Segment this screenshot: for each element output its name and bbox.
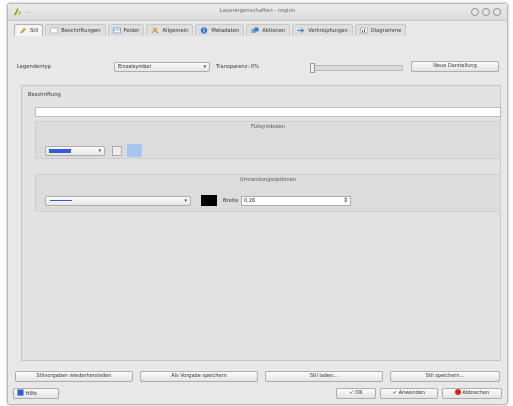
chevron-down-icon: ▾ [203,64,206,70]
tab-style[interactable]: Stil [14,24,44,36]
fill-style-swatch [49,149,71,153]
tab-diagrams[interactable]: Diagramme [354,24,407,36]
tab-label: Beschriftungen [61,27,101,34]
tab-label: Metadaten [211,27,240,34]
apply-button[interactable]: ✔ Anwenden [380,388,438,399]
cancel-icon [454,389,461,395]
tab-fields[interactable]: Felder [107,24,145,36]
tab-label: Felder [123,27,140,34]
save-as-default-button[interactable]: Als Vorgabe speichern [140,371,258,382]
outline-options-title: Umrandungsoptionen [239,177,297,183]
help-label: Hilfe [25,391,37,397]
title-bar: — Layereigenschaften - region [8,4,507,21]
help-button[interactable]: Hilfe [13,388,59,399]
tab-metadata[interactable]: Metadaten [195,24,245,36]
symbol-panel: Beschriftung Füllsymbolen ▾ Umrandungsop… [21,85,501,361]
brush-icon [20,28,26,33]
width-spinbox[interactable]: 0,26 ⇕ [241,196,351,206]
fill-color-button[interactable] [112,146,122,156]
maximize-button[interactable] [482,8,490,16]
apply-label: Anwenden [398,390,426,396]
actions-icon [251,27,259,33]
tab-actions[interactable]: Aktionen [246,24,291,36]
legend-type-label: Legendentyp [17,64,51,70]
tab-bar: Stil Beschriftungen Felder Allgemein Met… [14,24,505,36]
transparency-slider[interactable] [310,63,403,73]
close-button[interactable] [493,8,501,16]
window-title: Layereigenschaften - region [219,8,296,14]
table-icon [112,27,121,34]
width-label: Breite [223,198,239,204]
label-icon [50,27,59,34]
fill-pattern-swatch[interactable] [127,144,142,157]
chevron-down-icon: ▾ [98,148,101,154]
fill-options-title: Füllsymbolen [250,124,286,130]
fill-style-select[interactable]: ▾ [45,146,105,156]
tab-labels[interactable]: Beschriftungen [45,24,106,36]
cancel-button[interactable]: Abbrechen [442,388,502,399]
cancel-label: Abbrechen [462,390,490,396]
outline-options-group: Umrandungsoptionen ▾ Breite 0,26 ⇕ [35,174,501,212]
tab-general[interactable]: Allgemein [146,24,194,36]
load-style-button[interactable]: Stil laden... [265,371,383,382]
chevron-down-icon: ▾ [184,198,187,204]
spin-arrows-icon[interactable]: ⇕ [343,197,348,204]
diagram-icon [359,27,368,34]
style-buttons-row: Stilvorgaben wiederherstellen Als Vorgab… [15,371,500,382]
tab-label: Diagramme [370,27,402,34]
minimize-button[interactable] [471,8,479,16]
ok-label: OK [355,390,363,396]
info-icon [201,27,208,34]
caption-label: Beschriftung [28,92,61,98]
tab-label: Allgemein [162,27,189,34]
help-icon [17,389,24,396]
tab-joins[interactable]: Verknüpfungen [292,24,353,36]
check-icon: ✔ [349,390,354,396]
fill-options-group: Füllsymbolen ▾ [35,121,501,159]
tab-label: Stil [30,27,39,34]
check-icon: ✔ [392,390,398,396]
join-icon [297,28,305,33]
transparency-label: Transparenz: 0% [216,64,260,70]
legend-type-select[interactable]: Einzelsymbol ▾ [114,62,210,72]
legend-type-value: Einzelsymbol [118,64,151,70]
legend-type-row: Legendentyp Einzelsymbol ▾ Transparenz: … [8,61,507,73]
save-style-button[interactable]: Stil speichern... [390,371,500,382]
width-value: 0,26 [244,198,256,204]
caption-input[interactable] [35,107,501,117]
outline-line-swatch [50,200,72,201]
restore-default-button[interactable]: Stilvorgaben wiederherstellen [15,371,133,382]
ok-button[interactable]: ✔ OK [336,388,376,399]
outline-style-select[interactable]: ▾ [45,196,191,206]
dialog-footer: Hilfe ✔ OK ✔ Anwenden Abbrechen [8,387,507,400]
tab-label: Aktionen [262,27,286,34]
layer-properties-dialog: — Layereigenschaften - region Stil Besch… [7,3,508,405]
slider-handle[interactable] [310,63,315,73]
outline-color-button[interactable] [201,195,217,206]
tab-label: Verknüpfungen [308,27,348,34]
new-style-button[interactable]: Neue Darstellung [411,61,499,72]
tools-icon [152,27,159,34]
